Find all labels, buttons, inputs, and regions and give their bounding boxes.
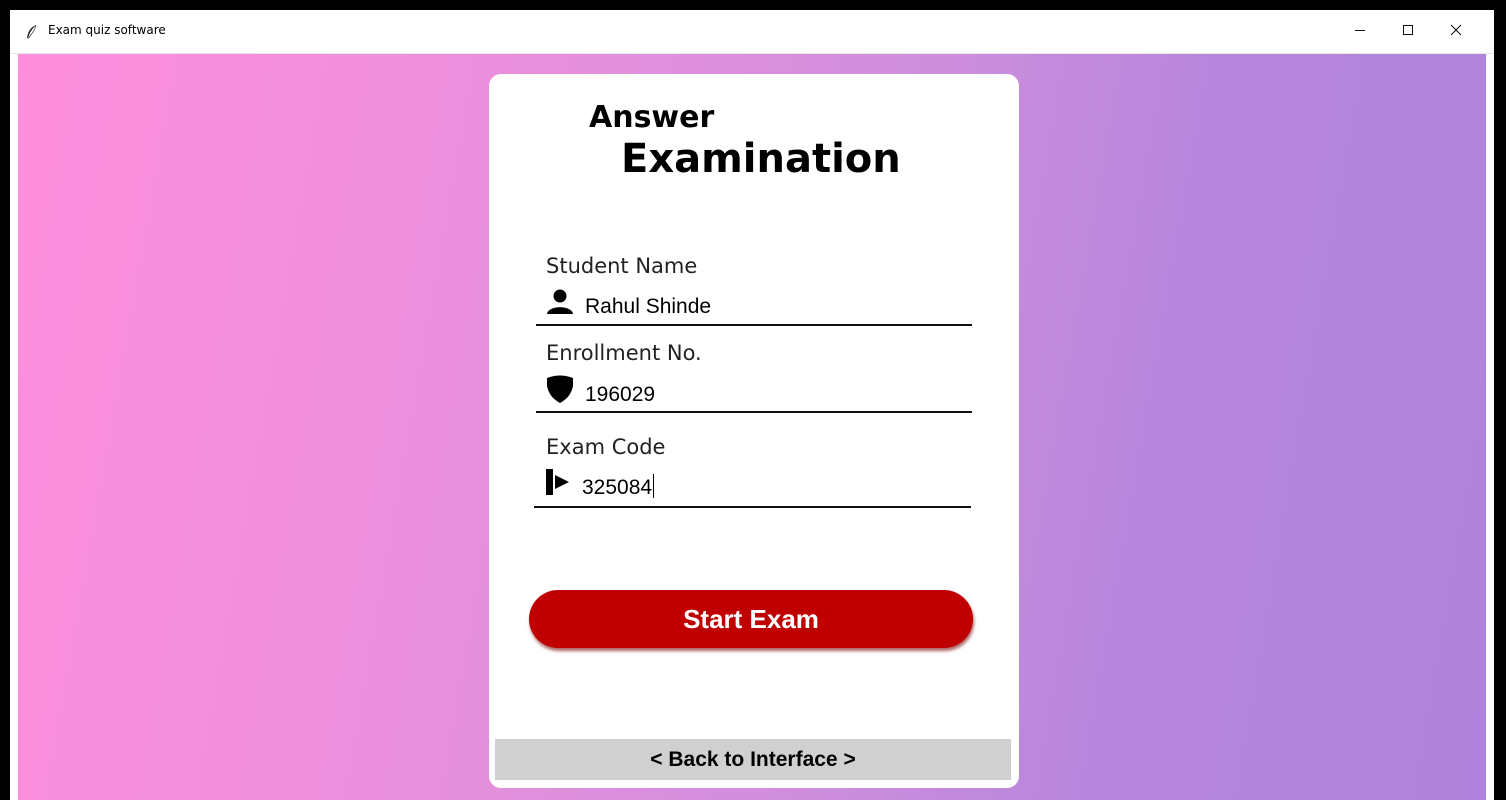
close-button[interactable] — [1432, 10, 1480, 54]
title-bar[interactable]: Exam quiz software — [10, 10, 1494, 54]
maximize-button[interactable] — [1384, 10, 1432, 54]
student-name-underline — [536, 324, 972, 326]
sign-in-icon — [543, 467, 573, 497]
enrollment-no-underline — [536, 411, 972, 413]
title-examination: Examination — [621, 136, 901, 182]
student-name-label: Student Name — [546, 254, 698, 278]
minimize-button[interactable] — [1336, 10, 1384, 54]
app-window: Exam quiz software Answer Examination St… — [10, 10, 1494, 800]
text-caret — [653, 474, 655, 498]
shield-icon — [545, 374, 575, 404]
window-title: Exam quiz software — [48, 23, 166, 37]
title-answer: Answer — [589, 100, 715, 135]
start-exam-button[interactable]: Start Exam — [529, 590, 973, 648]
close-icon — [1450, 23, 1462, 41]
back-to-interface-button[interactable]: < Back to Interface > — [495, 739, 1011, 780]
login-card: Answer Examination Student Name Rahul Sh… — [489, 74, 1019, 788]
user-icon — [545, 287, 575, 317]
gradient-background: Answer Examination Student Name Rahul Sh… — [18, 54, 1486, 800]
exam-code-label: Exam Code — [546, 435, 666, 459]
minimize-icon — [1354, 23, 1366, 41]
student-name-input[interactable]: Rahul Shinde — [585, 295, 711, 319]
feather-icon — [24, 24, 40, 40]
maximize-icon — [1402, 23, 1414, 41]
enrollment-no-label: Enrollment No. — [546, 341, 702, 365]
exam-code-underline — [534, 506, 971, 508]
exam-code-input[interactable]: 325084 — [582, 474, 655, 500]
enrollment-no-input[interactable]: 196029 — [585, 383, 655, 407]
